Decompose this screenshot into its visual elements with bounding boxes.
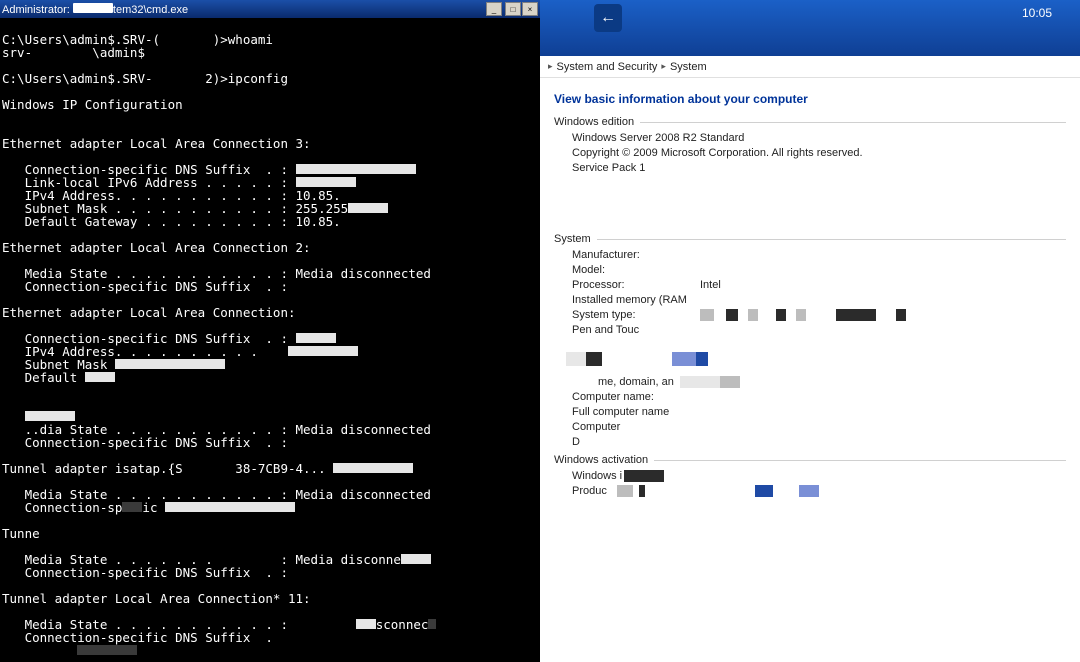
cmd-text: Default xyxy=(2,370,77,385)
label-d: D xyxy=(572,436,700,448)
cmd-text: Tunnel adapter isatap.{S 38-7CB9-4... xyxy=(2,461,326,476)
cmd-line: Connection-specific DNS Suffix . : xyxy=(2,565,288,580)
os-name: Windows Server 2008 R2 Standard xyxy=(572,132,744,144)
redaction xyxy=(296,164,416,174)
chevron-right-icon: ▸ xyxy=(661,61,666,72)
redaction xyxy=(296,333,336,343)
cmd-titlebar[interactable]: Administrator: tem32\cmd.exe _ □ × xyxy=(0,0,540,18)
clock-text: 10:05 xyxy=(1022,6,1052,20)
cmd-output[interactable]: C:\Users\admin$.SRV-( )>whoami srv- \adm… xyxy=(0,18,540,662)
redaction xyxy=(73,3,113,13)
redaction xyxy=(428,619,436,629)
redaction xyxy=(333,463,413,473)
label-product-id: Produc xyxy=(572,485,607,497)
label-name-domain: me, domain, an xyxy=(598,376,674,388)
breadcrumb-item[interactable]: System xyxy=(670,61,707,73)
explorer-titlebar[interactable]: ← 10:05 xyxy=(540,0,1080,56)
cmd-line: Tunnel adapter Local Area Connection* 11… xyxy=(2,591,311,606)
redaction xyxy=(288,346,358,356)
breadcrumb-item[interactable]: System and Security xyxy=(557,61,658,73)
group-label: Windows activation xyxy=(554,454,648,466)
cmd-title: Administrator: tem32\cmd.exe xyxy=(2,3,486,16)
redaction xyxy=(348,203,388,213)
value-processor: Intel xyxy=(700,279,721,291)
redaction xyxy=(401,554,431,564)
service-pack: Service Pack 1 xyxy=(572,162,645,174)
label-computer: Computer xyxy=(572,421,700,433)
redaction xyxy=(296,177,356,187)
redaction xyxy=(617,485,819,497)
close-button[interactable]: × xyxy=(522,2,538,16)
group-windows-activation: Windows activation xyxy=(554,454,1066,466)
redaction xyxy=(356,619,376,629)
divider xyxy=(640,122,1066,123)
cmd-title-suffix: tem32\cmd.exe xyxy=(113,4,188,16)
label-processor: Processor: xyxy=(572,279,700,291)
page-title: View basic information about your comput… xyxy=(554,92,1066,106)
label-pen-touch: Pen and Touc xyxy=(572,324,639,336)
redaction xyxy=(165,502,295,512)
redaction xyxy=(122,502,142,512)
cmd-line: Ethernet adapter Local Area Connection 3… xyxy=(2,136,311,151)
redaction xyxy=(624,470,664,482)
group-label: Windows edition xyxy=(554,116,634,128)
cmd-line: Default Gateway . . . . . . . . . : 10.8… xyxy=(2,214,341,229)
cmd-line: C:\Users\admin$.SRV- 2)>ipconfig xyxy=(2,71,288,86)
label-ram: Installed memory (RAM xyxy=(572,294,687,306)
cmd-line: Windows IP Configuration xyxy=(2,97,183,112)
redaction xyxy=(85,372,115,382)
cmd-line: Ethernet adapter Local Area Connection: xyxy=(2,305,296,320)
cmd-window: Administrator: tem32\cmd.exe _ □ × C:\Us… xyxy=(0,0,540,662)
cmd-line xyxy=(2,643,137,658)
redaction xyxy=(566,352,708,366)
label-manufacturer: Manufacturer: xyxy=(572,249,700,261)
cmd-line: Connection-specific DNS Suffix . : xyxy=(2,435,288,450)
redaction xyxy=(115,359,225,369)
group-windows-edition: Windows edition xyxy=(554,116,1066,128)
system-panel: ← 10:05 ▸ System and Security ▸ System V… xyxy=(540,0,1080,662)
maximize-button[interactable]: □ xyxy=(505,2,521,16)
divider xyxy=(597,239,1066,240)
breadcrumb[interactable]: ▸ System and Security ▸ System xyxy=(540,56,1080,78)
chevron-right-icon: ▸ xyxy=(548,61,553,72)
system-content: View basic information about your comput… xyxy=(540,78,1080,662)
cmd-line: srv- \admin$ xyxy=(2,45,145,60)
redaction xyxy=(680,376,740,388)
cmd-line: Tunnel adapter isatap.{S 38-7CB9-4... xyxy=(2,461,413,476)
back-button[interactable]: ← xyxy=(594,4,622,32)
cmd-line: Connection-specific DNS Suffix . : xyxy=(2,279,288,294)
group-system: System xyxy=(554,233,1066,245)
label-system-type: System type: xyxy=(572,309,700,321)
label-full-computer-name: Full computer name xyxy=(572,406,669,418)
cmd-title-prefix: Administrator: xyxy=(2,4,73,16)
divider xyxy=(654,460,1066,461)
label-computer-name: Computer name: xyxy=(572,391,700,403)
redaction xyxy=(700,309,906,321)
redaction xyxy=(77,645,137,655)
minimize-button[interactable]: _ xyxy=(486,2,502,16)
redaction xyxy=(25,411,75,421)
cmd-line: Ethernet adapter Local Area Connection 2… xyxy=(2,240,311,255)
cmd-line: Tunne xyxy=(2,526,40,541)
group-label: System xyxy=(554,233,591,245)
copyright-text: Copyright © 2009 Microsoft Corporation. … xyxy=(572,147,863,159)
cmd-line: Connection-spic xyxy=(2,500,295,515)
back-arrow-icon: ← xyxy=(600,9,616,27)
label-windows-activated: Windows i xyxy=(572,470,622,482)
label-model: Model: xyxy=(572,264,700,276)
cmd-line: Default xyxy=(2,370,115,385)
